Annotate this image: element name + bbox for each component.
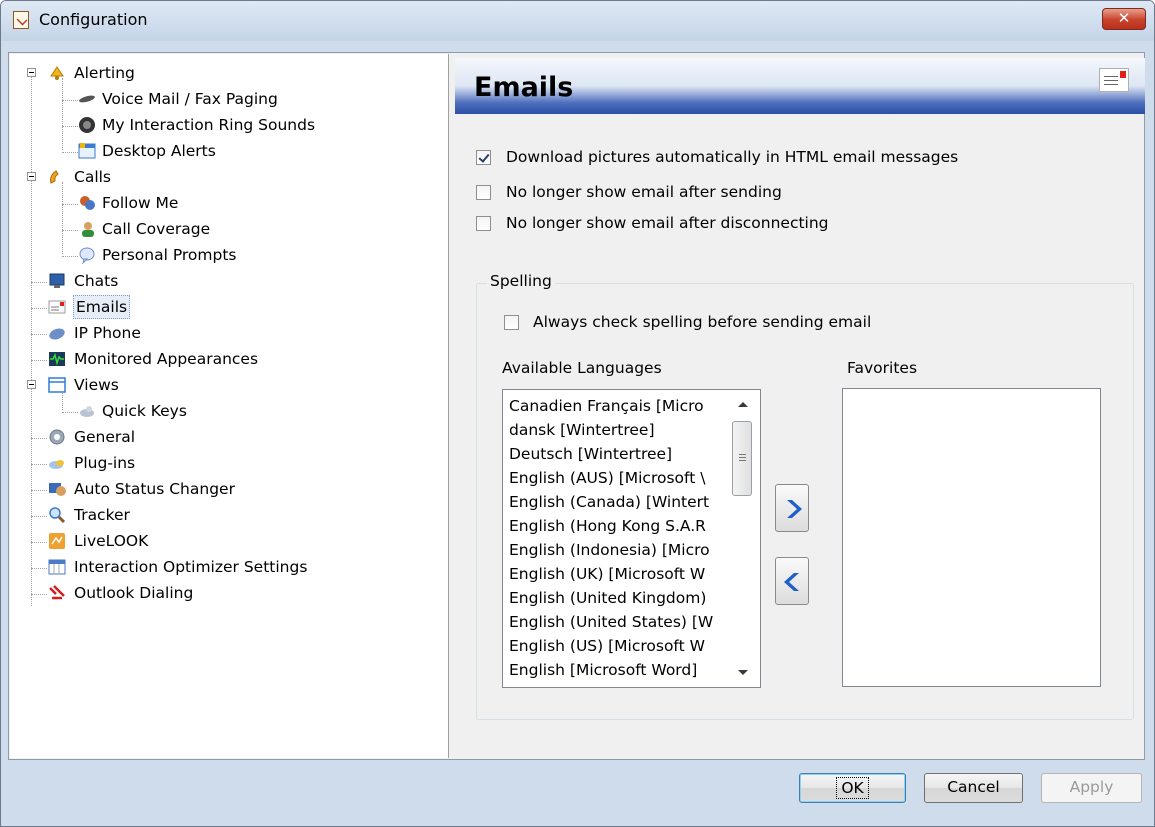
chevron-left-icon — [784, 573, 799, 591]
alerting-collapse-toggle[interactable] — [27, 68, 36, 77]
language-item[interactable]: English (United States) [W — [509, 610, 735, 634]
email-icon — [48, 300, 66, 314]
configuration-icon — [13, 11, 29, 29]
livelook-icon — [49, 533, 65, 549]
desktop-alert-icon — [78, 143, 96, 159]
follow-me-icon — [80, 196, 95, 210]
close-button[interactable]: ✕ — [1102, 8, 1146, 30]
pager-icon — [79, 95, 95, 103]
scroll-thumb[interactable] — [732, 421, 752, 496]
remove-from-favorites-button[interactable] — [775, 557, 809, 605]
download-pictures-checkbox[interactable] — [476, 150, 491, 165]
cancel-button[interactable]: Cancel — [924, 773, 1023, 803]
scroll-up-arrow-icon[interactable] — [738, 402, 748, 407]
speech-bubble-icon — [79, 247, 95, 264]
views-window-icon — [48, 377, 66, 393]
language-item[interactable]: Deutsch [Wintertree] — [509, 442, 735, 466]
available-languages-label: Available Languages — [502, 359, 662, 377]
views-collapse-toggle[interactable] — [27, 380, 36, 389]
apply-button-label: Apply — [1069, 778, 1114, 796]
language-item[interactable]: English (UK) [Microsoft W — [509, 562, 735, 586]
title-bar[interactable]: Configuration ✕ — [1, 1, 1154, 41]
spelling-group-label: Spelling — [487, 272, 555, 290]
auto-status-icon — [49, 483, 66, 496]
languages-scrollbar[interactable] — [730, 393, 758, 685]
email-header-icon — [1099, 68, 1129, 92]
language-item[interactable]: English (United Kingdom) — [509, 586, 735, 610]
language-item[interactable]: English (US) [Microsoft W — [509, 634, 735, 658]
outlook-dialing-icon — [49, 585, 65, 600]
language-item[interactable]: Canadien Français [Micro — [509, 394, 735, 418]
language-item[interactable]: English [Microsoft Word] — [509, 658, 735, 682]
window-title: Configuration — [39, 10, 148, 29]
gear-icon — [49, 429, 65, 445]
language-item[interactable]: English (Hong Kong S.A.R — [509, 514, 735, 538]
add-to-favorites-button[interactable] — [775, 484, 809, 532]
ok-button[interactable]: OK — [799, 773, 906, 803]
bell-icon — [50, 66, 64, 80]
plugin-icon — [49, 460, 64, 469]
call-coverage-icon — [82, 222, 94, 237]
no-show-after-disconnecting-checkbox[interactable] — [476, 216, 491, 231]
waveform-icon — [49, 352, 65, 366]
navigation-tree[interactable]: Alerting Voice Mail / Fax Paging My Inte… — [10, 54, 449, 758]
available-languages-list[interactable]: Canadien Français [Micro dansk [Wintertr… — [502, 389, 761, 688]
speaker-icon — [79, 117, 95, 133]
calendar-grid-icon — [48, 559, 66, 575]
no-show-after-sending-checkbox[interactable] — [476, 185, 491, 200]
chat-monitor-icon — [49, 273, 65, 288]
quick-keys-icon — [80, 406, 94, 417]
always-check-spelling-checkbox[interactable] — [504, 315, 519, 330]
ok-button-label: OK — [836, 777, 869, 799]
apply-button[interactable]: Apply — [1041, 773, 1142, 803]
chevron-right-icon — [787, 500, 802, 518]
language-item[interactable]: dansk [Wintertree] — [509, 418, 735, 442]
scroll-down-arrow-icon[interactable] — [738, 670, 748, 675]
language-item[interactable]: English (Canada) [Wintert — [509, 490, 735, 514]
phone-handset-icon — [50, 170, 59, 184]
ip-phone-icon — [49, 328, 65, 340]
calls-collapse-toggle[interactable] — [27, 172, 36, 181]
language-item[interactable]: English (AUS) [Microsoft \ — [509, 466, 735, 490]
language-item[interactable]: English (Indonesia) [Micro — [509, 538, 735, 562]
page-title: Emails — [474, 72, 574, 103]
favorites-label: Favorites — [847, 359, 918, 377]
favorites-list[interactable] — [842, 388, 1101, 687]
cancel-button-label: Cancel — [947, 778, 1000, 796]
magnifier-icon — [49, 507, 66, 524]
